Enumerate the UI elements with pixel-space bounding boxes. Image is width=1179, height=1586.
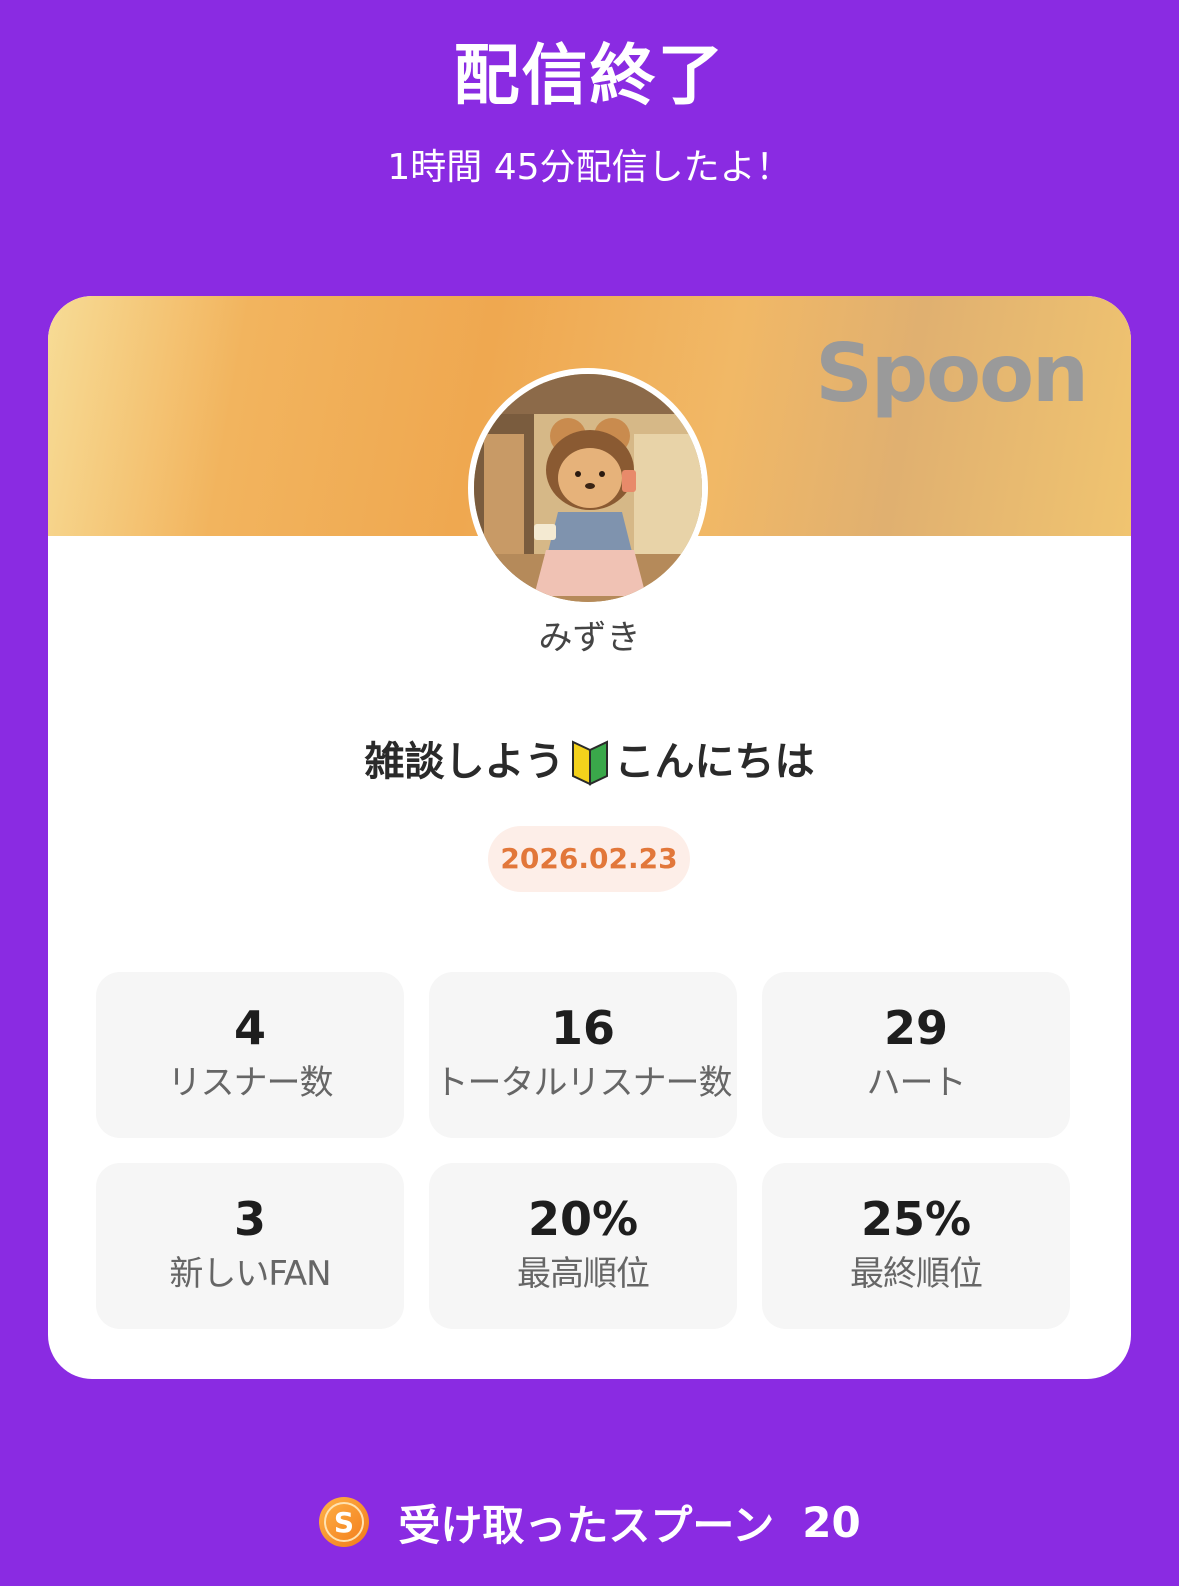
stat-label: 新しいFAN — [169, 1254, 331, 1294]
stat-value: 25% — [860, 1192, 972, 1246]
avatar-image — [474, 374, 702, 602]
stat-label: 最終順位 — [850, 1254, 983, 1294]
stat-label: トータルリスナー数 — [434, 1063, 733, 1103]
stat-value: 4 — [233, 1001, 266, 1055]
stat-new-fans: 3 新しいFAN — [96, 1163, 404, 1329]
spoon-received-count: 20 — [802, 1497, 861, 1547]
live-title: 雑談しよう こんにちは — [48, 734, 1131, 790]
page-subtitle: 1時間 45分配信したよ！ — [387, 147, 792, 188]
stat-label: 最高順位 — [517, 1254, 650, 1294]
spoon-logo: Spoon — [815, 327, 1089, 420]
avatar[interactable] — [468, 368, 708, 608]
stat-label: ハート — [866, 1063, 967, 1103]
stat-final-rank: 25% 最終順位 — [762, 1163, 1070, 1329]
stat-value: 16 — [550, 1001, 615, 1055]
date-badge: 2026.02.23 — [488, 826, 690, 892]
stat-total-listeners: 16 トータルリスナー数 — [429, 972, 737, 1138]
stat-label: リスナー数 — [167, 1063, 334, 1103]
stat-value: 29 — [883, 1001, 948, 1055]
coin-letter: S — [334, 1506, 354, 1539]
stat-value: 20% — [527, 1192, 639, 1246]
spoon-received-summary: S 受け取ったスプーン 20 — [0, 1490, 1179, 1554]
live-summary-card: Spoon みずき 雑談しよう こんにちは 2026.02.23 4 リスナー数… — [48, 296, 1131, 1379]
spoon-received-label: 受け取ったスプーン — [398, 1500, 775, 1550]
stat-value: 3 — [233, 1192, 266, 1246]
live-title-text-before: 雑談しよう — [364, 739, 565, 785]
spoon-coin-icon: S — [319, 1497, 370, 1547]
stat-highest-rank: 20% 最高順位 — [429, 1163, 737, 1329]
stat-listeners: 4 リスナー数 — [96, 972, 404, 1138]
beginner-mark-icon — [571, 740, 608, 786]
stats-grid: 4 リスナー数 16 トータルリスナー数 29 ハート 3 新しいFAN 20%… — [96, 972, 1083, 1329]
username: みずき — [538, 618, 641, 658]
stat-hearts: 29 ハート — [762, 972, 1070, 1138]
live-title-text-after: こんにちは — [614, 739, 815, 785]
page-title: 配信終了 — [453, 37, 726, 114]
